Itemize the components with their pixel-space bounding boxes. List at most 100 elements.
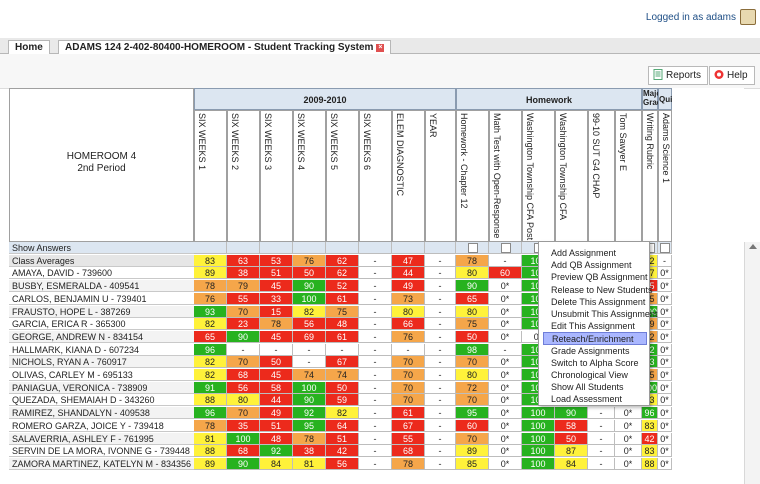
grade-cell[interactable]: 100 xyxy=(522,432,555,445)
grade-cell[interactable]: 50 xyxy=(326,381,359,394)
grade-cell[interactable]: 48 xyxy=(260,432,293,445)
student-name[interactable]: GARCIA, ERICA R - 365300 xyxy=(9,318,194,331)
grade-cell[interactable]: 0* xyxy=(658,330,672,343)
column-header[interactable]: SIX WEEKS 1 xyxy=(194,110,227,242)
student-name[interactable]: PANIAGUA, VERONICA - 738909 xyxy=(9,381,194,394)
grade-cell[interactable]: 90 xyxy=(227,457,260,470)
grade-cell[interactable]: 62 xyxy=(326,254,359,267)
grade-cell[interactable]: 80 xyxy=(456,369,489,381)
grade-cell[interactable]: 51 xyxy=(260,267,293,280)
student-name[interactable]: GEORGE, ANDREW N - 834154 xyxy=(9,330,194,343)
grade-cell[interactable]: 0* xyxy=(658,318,672,331)
menu-item[interactable]: Show All Students xyxy=(543,381,647,394)
grade-cell[interactable]: 58 xyxy=(555,419,588,432)
grade-cell[interactable]: 50 xyxy=(456,330,489,343)
grade-cell[interactable]: 56 xyxy=(227,381,260,394)
grade-cell[interactable]: 76 xyxy=(194,292,227,305)
grade-cell[interactable]: 0* xyxy=(658,407,672,420)
grade-cell[interactable]: 0* xyxy=(489,419,522,432)
grade-cell[interactable]: - xyxy=(425,419,456,432)
grade-cell[interactable]: 0* xyxy=(615,407,642,420)
grade-cell[interactable]: 68 xyxy=(227,369,260,381)
grade-cell[interactable]: 83 xyxy=(194,254,227,267)
grade-cell[interactable]: 82 xyxy=(194,369,227,381)
grade-cell[interactable]: - xyxy=(425,292,456,305)
grade-cell[interactable]: 64 xyxy=(326,419,359,432)
help-button[interactable]: Help xyxy=(709,66,755,85)
grade-cell[interactable]: 56 xyxy=(293,318,326,331)
grade-cell[interactable]: 81 xyxy=(293,457,326,470)
grade-cell[interactable]: 96 xyxy=(194,407,227,420)
column-header[interactable]: Writing Rubric xyxy=(642,110,658,242)
menu-item[interactable]: Reteach/Enrichment xyxy=(543,332,647,346)
grade-cell[interactable]: - xyxy=(425,457,456,470)
column-header[interactable]: SIX WEEKS 2 xyxy=(227,110,260,242)
grade-cell[interactable]: 69 xyxy=(293,330,326,343)
grade-cell[interactable]: 100 xyxy=(522,457,555,470)
grade-cell[interactable]: - xyxy=(588,432,615,445)
student-name[interactable]: SALAVERRIA, ASHLEY F - 761995 xyxy=(9,432,194,445)
grade-cell[interactable]: - xyxy=(489,254,522,267)
grade-cell[interactable]: 0* xyxy=(615,457,642,470)
grade-cell[interactable]: 0* xyxy=(658,445,672,458)
grade-cell[interactable]: 55 xyxy=(392,432,425,445)
grade-cell[interactable]: 89 xyxy=(194,457,227,470)
grade-cell[interactable]: 85 xyxy=(456,457,489,470)
grade-cell[interactable]: 79 xyxy=(227,280,260,293)
grade-cell[interactable]: 0* xyxy=(615,419,642,432)
grade-cell[interactable]: 90 xyxy=(293,280,326,293)
grade-cell[interactable]: 62 xyxy=(326,267,359,280)
grade-cell[interactable]: 60 xyxy=(489,267,522,280)
student-name[interactable]: RAMIREZ, SHANDALYN - 409538 xyxy=(9,407,194,420)
grade-cell[interactable]: 88 xyxy=(642,457,658,470)
grade-cell[interactable]: 58 xyxy=(260,381,293,394)
grade-cell[interactable]: 61 xyxy=(326,330,359,343)
menu-item[interactable]: Add QB Assignment xyxy=(543,259,647,272)
grade-cell[interactable]: 61 xyxy=(392,407,425,420)
grade-cell[interactable]: 53 xyxy=(260,254,293,267)
grade-cell[interactable]: 72 xyxy=(456,381,489,394)
grade-cell[interactable]: - xyxy=(359,407,392,420)
grade-cell[interactable]: 0* xyxy=(658,356,672,369)
grade-cell[interactable]: 90 xyxy=(456,280,489,293)
class-averages-label[interactable]: Class Averages xyxy=(9,254,194,267)
grade-cell[interactable]: 0* xyxy=(489,407,522,420)
grade-cell[interactable]: - xyxy=(588,445,615,458)
grade-cell[interactable]: 15 xyxy=(260,305,293,318)
grade-cell[interactable]: 100 xyxy=(522,407,555,420)
grade-cell[interactable]: 70 xyxy=(227,305,260,318)
grade-cell[interactable]: 70 xyxy=(456,394,489,407)
grade-cell[interactable]: 83 xyxy=(642,445,658,458)
grade-cell[interactable]: 87 xyxy=(555,445,588,458)
grade-cell[interactable]: 70 xyxy=(456,432,489,445)
vertical-scrollbar[interactable] xyxy=(744,242,760,484)
grade-cell[interactable]: 0* xyxy=(489,381,522,394)
grade-cell[interactable]: 80 xyxy=(227,394,260,407)
student-name[interactable]: OLIVAS, CARLEY M - 695133 xyxy=(9,369,194,381)
student-name[interactable]: HALLMARK, KIANA D - 607234 xyxy=(9,344,194,356)
grade-cell[interactable]: - xyxy=(359,318,392,331)
grade-cell[interactable]: - xyxy=(359,254,392,267)
grade-cell[interactable]: 33 xyxy=(260,292,293,305)
menu-item[interactable]: Switch to Alpha Score xyxy=(543,357,647,370)
menu-item[interactable]: Edit This Assignment xyxy=(543,320,647,333)
grade-cell[interactable]: - xyxy=(359,369,392,381)
grade-cell[interactable]: 0* xyxy=(658,292,672,305)
student-name[interactable]: NICHOLS, RYAN A - 760917 xyxy=(9,356,194,369)
grade-cell[interactable]: 90 xyxy=(227,330,260,343)
grade-cell[interactable]: 70 xyxy=(392,356,425,369)
grade-cell[interactable]: 45 xyxy=(260,280,293,293)
grade-cell[interactable]: 0* xyxy=(615,432,642,445)
grade-cell[interactable]: 67 xyxy=(326,356,359,369)
grade-cell[interactable]: 74 xyxy=(293,369,326,381)
grade-cell[interactable]: 82 xyxy=(293,305,326,318)
grade-cell[interactable]: 0* xyxy=(489,330,522,343)
grade-cell[interactable]: - xyxy=(359,356,392,369)
grade-cell[interactable]: 0* xyxy=(658,457,672,470)
grade-cell[interactable]: 100 xyxy=(293,292,326,305)
grade-cell[interactable]: - xyxy=(425,432,456,445)
grade-cell[interactable]: 80 xyxy=(456,305,489,318)
grade-cell[interactable]: 47 xyxy=(392,254,425,267)
grade-cell[interactable]: - xyxy=(588,457,615,470)
grade-cell[interactable]: - xyxy=(359,330,392,343)
